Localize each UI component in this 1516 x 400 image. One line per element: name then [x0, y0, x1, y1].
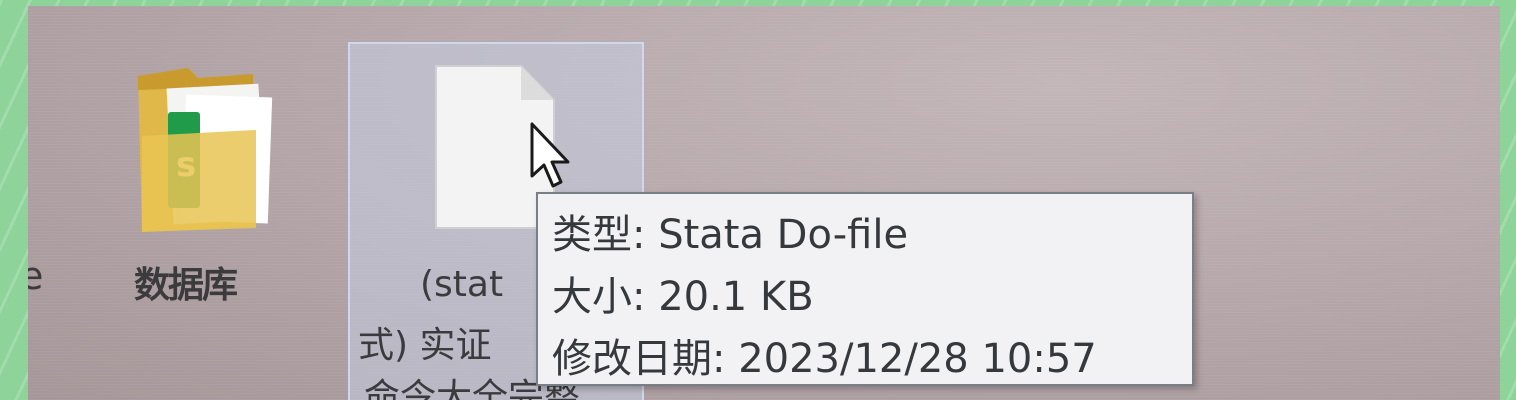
- desktop-item-label-partial: e: [28, 254, 44, 298]
- tooltip-date-row: 修改日期: 2023/12/28 10:57: [552, 336, 1097, 382]
- file-name-line-2[interactable]: 式) 实证: [358, 316, 492, 368]
- folder-with-spreadsheet-icon[interactable]: s: [128, 56, 278, 236]
- desktop-screen: e s 数据库 (stat 式) 实证 命令大全完整 类型: Stata Do-…: [28, 6, 1500, 400]
- folder-icon-graphic: s: [138, 68, 273, 232]
- tooltip-type-row: 类型: Stata Do-file: [552, 212, 909, 258]
- file-info-tooltip: 类型: Stata Do-file 大小: 20.1 KB 修改日期: 2023…: [536, 192, 1194, 386]
- tooltip-size-row: 大小: 20.1 KB: [552, 274, 814, 320]
- cursor-graphic: [530, 122, 570, 188]
- file-name-line-1[interactable]: (stat: [420, 264, 503, 305]
- mouse-pointer-icon: [528, 120, 574, 190]
- folder-label[interactable]: 数据库: [134, 256, 238, 308]
